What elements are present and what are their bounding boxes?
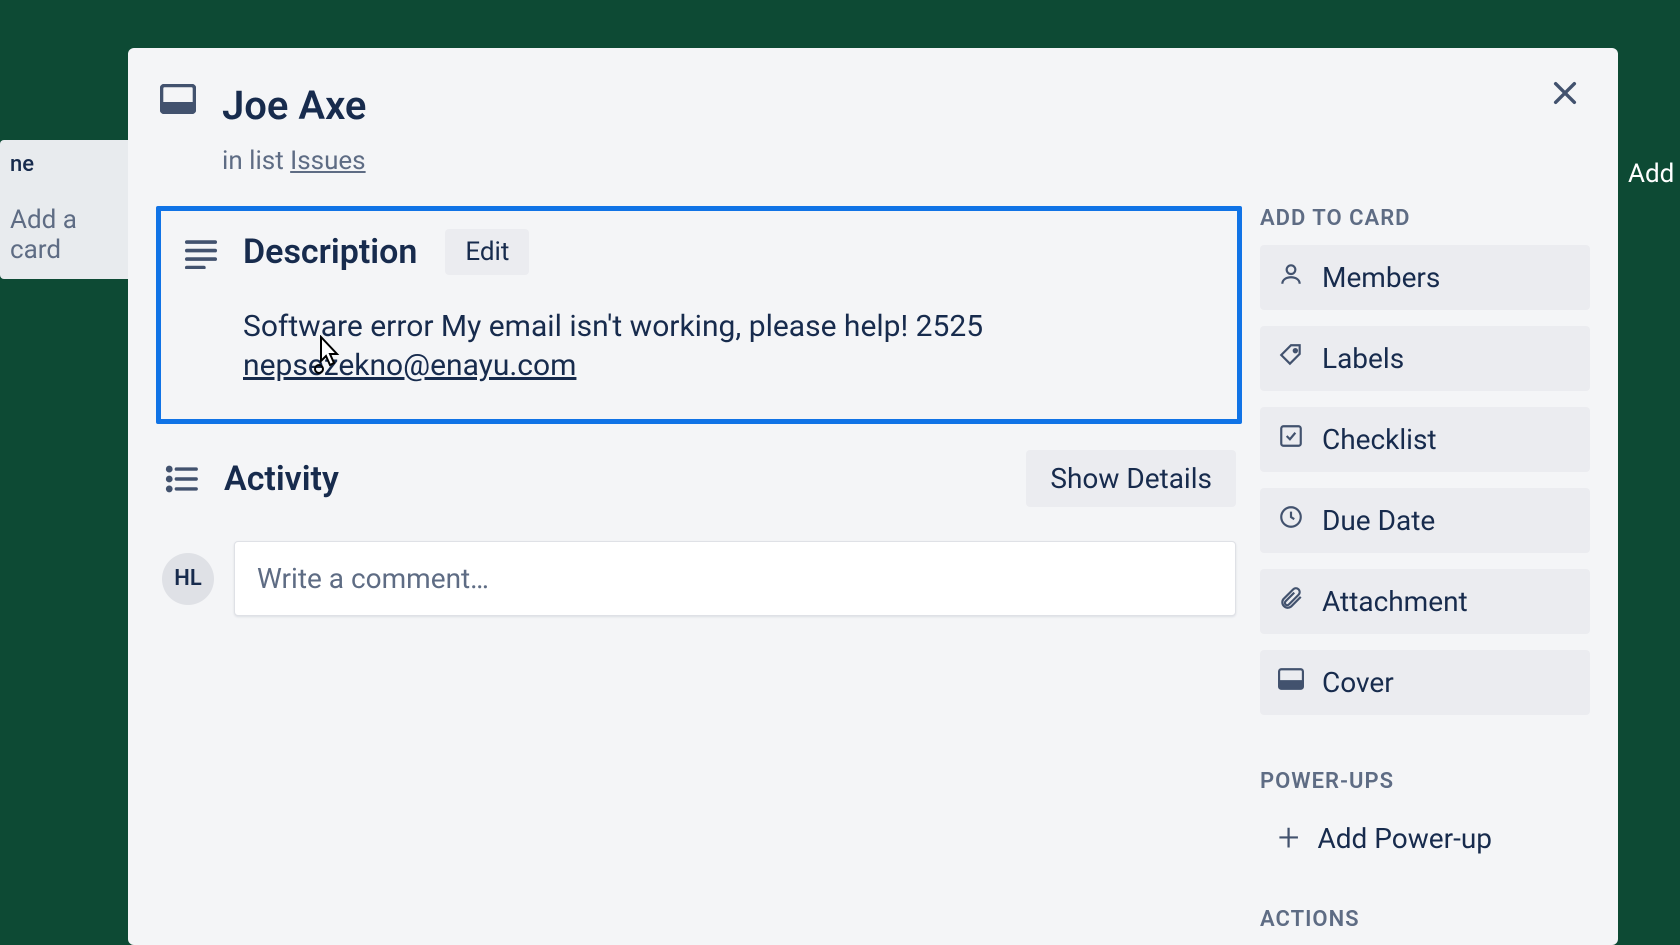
description-section: Description Edit Software error My email… [156,206,1242,424]
add-powerup-label: Add Power-up [1317,822,1492,855]
checklist-label: Checklist [1322,423,1437,456]
description-email-link[interactable]: nepsezekno@enayu.com [243,348,576,383]
list-location: in list Issues [222,146,1590,176]
due-date-button[interactable]: Due Date [1260,488,1590,553]
sidebar: ADD TO CARD Members Labels Checklist Due… [1260,206,1590,945]
plus-icon: + [1278,827,1299,850]
cover-label: Cover [1322,666,1394,699]
close-button[interactable] [1538,68,1592,122]
actions-heading: ACTIONS [1260,907,1590,932]
activity-icon [162,462,202,496]
bg-add-card[interactable]: Add a card [10,205,125,265]
labels-button[interactable]: Labels [1260,326,1590,391]
add-to-card-heading: ADD TO CARD [1260,206,1590,231]
card-icon [160,84,196,118]
attachment-label: Attachment [1322,585,1468,618]
activity-section: Activity Show Details HL Write a comment… [156,450,1242,616]
attachment-button[interactable]: Attachment [1260,569,1590,634]
comment-input[interactable]: Write a comment… [234,541,1236,616]
members-label: Members [1322,261,1440,294]
clock-icon [1278,504,1304,537]
add-powerup-button[interactable]: + Add Power-up [1260,808,1590,869]
bg-add-list[interactable]: Add [1620,140,1680,208]
checklist-button[interactable]: Checklist [1260,407,1590,472]
show-details-button[interactable]: Show Details [1026,450,1236,507]
description-heading: Description [243,232,417,272]
close-icon [1549,77,1581,113]
checklist-icon [1278,423,1304,456]
activity-heading: Activity [224,459,339,499]
list-link[interactable]: Issues [290,146,365,176]
paperclip-icon [1278,585,1304,618]
background-list: ne Add a card [0,140,135,279]
members-button[interactable]: Members [1260,245,1590,310]
user-icon [1278,261,1304,294]
card-dialog: Joe Axe in list Issues Description Edit … [128,48,1618,945]
description-text[interactable]: Software error My email isn't working, p… [243,307,1217,385]
avatar[interactable]: HL [162,553,214,605]
card-title[interactable]: Joe Axe [222,84,366,128]
powerups-heading: POWER-UPS [1260,769,1590,794]
cover-icon [1278,666,1304,699]
labels-label: Labels [1322,342,1404,375]
description-icon [181,235,221,269]
cover-button[interactable]: Cover [1260,650,1590,715]
tag-icon [1278,342,1304,375]
bg-list-title: ne [10,152,125,177]
due-date-label: Due Date [1322,504,1435,537]
edit-description-button[interactable]: Edit [445,229,529,275]
